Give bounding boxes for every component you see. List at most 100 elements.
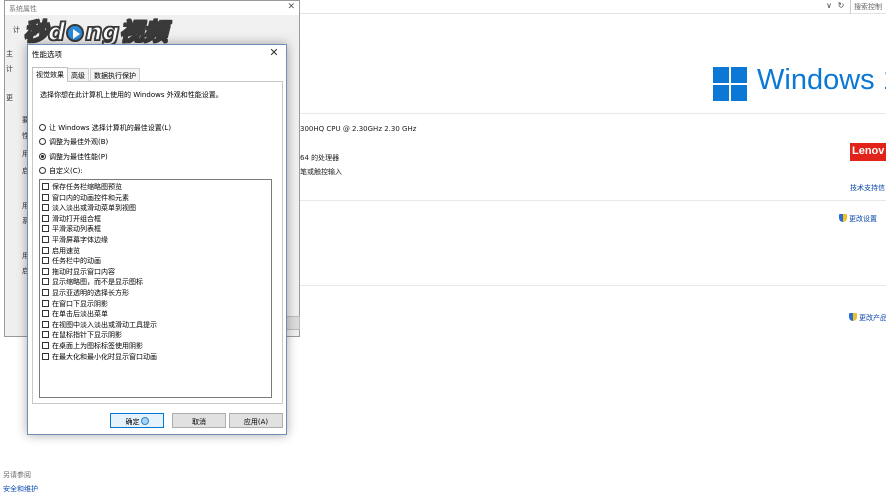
- checkbox[interactable]: [42, 352, 49, 360]
- checkbox[interactable]: [42, 257, 49, 265]
- checkbox[interactable]: [42, 204, 49, 212]
- radio-indicator-selected: [39, 153, 46, 160]
- cancel-button[interactable]: 取消: [172, 413, 226, 428]
- sysprop-fragment: 更: [6, 94, 13, 102]
- close-icon[interactable]: ✕: [287, 2, 295, 12]
- radio-custom[interactable]: 自定义(C):: [39, 166, 83, 176]
- checkbox-label: 滑动打开组合框: [52, 214, 101, 223]
- checkbox[interactable]: [42, 214, 49, 222]
- checkbox[interactable]: [42, 267, 49, 275]
- checkbox-item[interactable]: 在鼠标指针下显示阴影: [42, 330, 122, 340]
- checkbox[interactable]: [42, 225, 49, 233]
- checkbox-label: 淡入淡出或滑动菜单到视图: [52, 204, 136, 213]
- radio-indicator: [39, 124, 46, 131]
- checkbox[interactable]: [42, 310, 49, 318]
- checkbox-label: 拖动时显示窗口内容: [52, 267, 115, 276]
- checkbox-item[interactable]: 平滑屏幕字体边缘: [42, 235, 108, 245]
- shield-icon: [849, 313, 857, 321]
- radio-let-windows-choose[interactable]: 让 Windows 选择计算机的最佳设置(L): [39, 123, 171, 133]
- checkbox[interactable]: [42, 299, 49, 307]
- watermark-logo: 秒d ng视频: [23, 12, 168, 47]
- sysprop-fragment: 计: [13, 26, 20, 34]
- checkbox-item[interactable]: 平滑滚动列表框: [42, 224, 101, 234]
- checkbox[interactable]: [42, 193, 49, 201]
- tab-advanced[interactable]: 高级: [67, 68, 89, 81]
- checkbox[interactable]: [42, 236, 49, 243]
- checkbox-item[interactable]: 淡入淡出或滑动菜单到视图: [42, 203, 136, 213]
- checkbox-item[interactable]: 在桌面上为图标标签使用阴影: [42, 341, 143, 351]
- checkbox-item[interactable]: 在视图中淡入淡出或滑动工具提示: [42, 320, 157, 330]
- checkbox-item[interactable]: 任务栏中的动画: [42, 256, 101, 266]
- sysprop-fragment: 主: [6, 50, 13, 58]
- checkbox-item[interactable]: 在窗口下显示阴影: [42, 299, 108, 309]
- checkbox-item[interactable]: 启用速览: [42, 246, 80, 256]
- mouse-cursor-icon: [140, 417, 149, 425]
- radio-label: 调整为最佳性能(P): [49, 153, 108, 161]
- search-input[interactable]: 搜索控制: [850, 0, 886, 14]
- checkbox-label: 在桌面上为图标标签使用阴影: [52, 342, 143, 350]
- tab-visual-effects[interactable]: 视觉效果: [32, 67, 68, 82]
- apply-button[interactable]: 应用(A): [229, 413, 283, 428]
- refresh-icon[interactable]: ↻: [836, 1, 846, 13]
- checkbox-label: 平滑滚动列表框: [52, 225, 101, 234]
- radio-best-appearance[interactable]: 调整为最佳外观(B): [39, 137, 108, 147]
- checkbox-item[interactable]: 保存任务栏缩略图预览: [42, 182, 122, 192]
- windows-brand-text: Windows 1: [757, 64, 886, 96]
- checkbox-label: 在单击后淡出菜单: [52, 310, 108, 319]
- radio-label: 自定义(C):: [49, 167, 83, 175]
- pen-touch-info: 笔或触控输入: [300, 168, 342, 176]
- checkbox[interactable]: [42, 331, 49, 339]
- checkbox-item[interactable]: 显示缩略图，而不是显示图标: [42, 277, 143, 287]
- radio-best-performance[interactable]: 调整为最佳性能(P): [39, 152, 108, 162]
- checkbox[interactable]: [42, 342, 49, 349]
- security-maintenance-link[interactable]: 安全和维护: [3, 484, 38, 494]
- close-icon[interactable]: ✕: [268, 46, 280, 59]
- visual-effects-panel: 选择你想在此计算机上使用的 Windows 外观和性能设置。 让 Windows…: [32, 81, 283, 404]
- watermark-text-1: 秒d: [23, 17, 66, 47]
- windows-logo-icon: [713, 67, 747, 101]
- shield-icon: [839, 214, 847, 222]
- checkbox[interactable]: [42, 278, 49, 286]
- checkbox-label: 在鼠标指针下显示阴影: [52, 331, 122, 340]
- change-settings-label: 更改设置: [849, 215, 877, 223]
- checkbox-label: 在最大化和最小化时显示窗口动画: [52, 352, 157, 361]
- chevron-down-icon[interactable]: ∨: [824, 1, 834, 13]
- support-link[interactable]: 技术支持信: [850, 183, 885, 193]
- checkbox-label: 保存任务栏缩略图预览: [52, 183, 122, 191]
- radio-indicator: [39, 167, 46, 174]
- radio-indicator: [39, 138, 46, 145]
- checkbox-item[interactable]: 显示亚透明的选择长方形: [42, 288, 129, 298]
- checkbox-label: 在窗口下显示阴影: [52, 299, 108, 308]
- ok-button[interactable]: 确定: [110, 413, 164, 428]
- sysprop-button-edge[interactable]: [286, 316, 300, 330]
- tab-dep[interactable]: 数据执行保护: [90, 68, 140, 81]
- checkbox-item[interactable]: 滑动打开组合框: [42, 214, 101, 224]
- radio-label: 让 Windows 选择计算机的最佳设置(L): [49, 124, 172, 132]
- checkbox-item[interactable]: 拖动时显示窗口内容: [42, 267, 115, 277]
- radio-label: 调整为最佳外观(B): [49, 138, 109, 146]
- checkbox-item[interactable]: 在最大化和最小化时显示窗口动画: [42, 352, 157, 362]
- watermark-text-2: ng视频: [84, 17, 168, 47]
- play-icon: [66, 24, 85, 42]
- checkbox[interactable]: [42, 289, 49, 296]
- checkbox[interactable]: [42, 246, 49, 254]
- divider: [300, 200, 886, 201]
- address-bar: ∨ ↻: [300, 0, 886, 14]
- change-product-link[interactable]: 更改产品: [849, 313, 886, 323]
- sysprop-fragment: 计: [6, 65, 13, 73]
- checkbox[interactable]: [42, 320, 49, 328]
- cpu-info: 300HQ CPU @ 2.30GHz 2.30 GHz: [300, 125, 417, 133]
- checkbox[interactable]: [42, 183, 49, 190]
- performance-options-dialog: 性能选项 ✕ 视觉效果 高级 数据执行保护 选择你想在此计算机上使用的 Wind…: [27, 44, 287, 435]
- visual-effects-list[interactable]: 保存任务栏缩略图预览 窗口内的动画控件和元素 淡入淡出或滑动菜单到视图 滑动打开…: [39, 179, 272, 398]
- checkbox-item[interactable]: 在单击后淡出菜单: [42, 309, 108, 319]
- change-settings-link[interactable]: 更改设置: [839, 214, 877, 224]
- checkbox-label: 显示亚透明的选择长方形: [52, 289, 129, 297]
- see-also-heading: 另请参阅: [3, 471, 31, 479]
- lenovo-logo: Lenov: [850, 143, 886, 161]
- checkbox-label: 平滑屏幕字体边缘: [52, 236, 108, 244]
- panel-description: 选择你想在此计算机上使用的 Windows 外观和性能设置。: [40, 91, 223, 99]
- checkbox-label: 显示缩略图，而不是显示图标: [52, 278, 143, 287]
- dialog-title: 性能选项: [32, 50, 62, 59]
- checkbox-item[interactable]: 窗口内的动画控件和元素: [42, 193, 129, 203]
